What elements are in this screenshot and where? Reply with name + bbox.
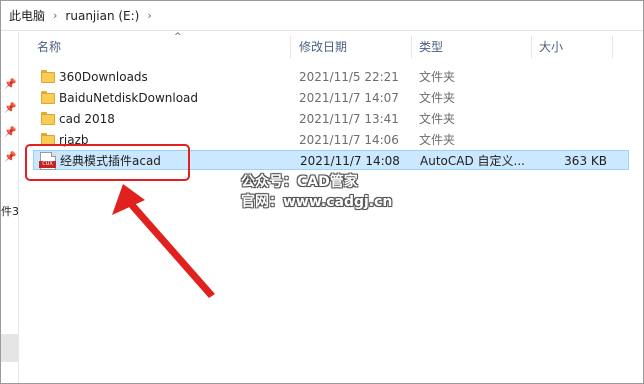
file-date: 2021/11/7 14:07 xyxy=(299,91,399,105)
file-date: 2021/11/7 13:41 xyxy=(299,112,399,126)
breadcrumb: 此电脑 › ruanjian (E:) › xyxy=(1,1,643,31)
file-name: cad 2018 xyxy=(59,112,115,126)
nav-item-selected[interactable] xyxy=(1,334,18,362)
file-name: BaiduNetdiskDownload xyxy=(59,91,199,105)
column-divider[interactable] xyxy=(612,36,613,58)
file-size xyxy=(538,109,606,129)
breadcrumb-separator-icon[interactable]: › xyxy=(53,9,57,22)
breadcrumb-item-drive[interactable]: ruanjian (E:) xyxy=(65,9,139,23)
column-header-name[interactable]: 名称 xyxy=(31,32,289,62)
column-header-date[interactable]: 修改日期 xyxy=(293,32,410,62)
file-name: 360Downloads xyxy=(59,70,148,84)
folder-icon xyxy=(41,112,55,125)
folder-icon xyxy=(41,91,55,104)
highlight-box xyxy=(25,144,190,181)
file-row[interactable]: cad 2018 2021/11/7 13:41 文件夹 xyxy=(33,109,629,129)
file-type: 文件夹 xyxy=(419,91,456,105)
pin-icon: 📌 xyxy=(4,127,17,138)
column-divider[interactable] xyxy=(290,36,291,58)
file-type: 文件夹 xyxy=(419,133,456,147)
folder-icon xyxy=(41,70,55,83)
file-type: AutoCAD 自定义... xyxy=(420,154,525,168)
sort-ascending-icon: ^ xyxy=(174,32,182,42)
column-headers: 名称 ^ 修改日期 类型 大小 xyxy=(20,32,642,62)
column-header-type[interactable]: 类型 xyxy=(413,32,530,62)
breadcrumb-separator-icon[interactable]: › xyxy=(147,9,151,22)
file-date: 2021/11/7 14:08 xyxy=(300,154,400,168)
file-size xyxy=(538,67,606,87)
file-type: 文件夹 xyxy=(419,70,456,84)
file-type: 文件夹 xyxy=(419,112,456,126)
pin-icon: 📌 xyxy=(4,103,17,114)
watermark: 公众号：CAD管家 官网：www.cadgj.cn xyxy=(241,172,392,212)
file-date: 2021/11/7 14:06 xyxy=(299,133,399,147)
watermark-line-2: 官网：www.cadgj.cn xyxy=(241,194,393,210)
file-size: 363 KB xyxy=(564,154,607,168)
watermark-line-1: 公众号：CAD管家 xyxy=(241,174,358,190)
column-divider[interactable] xyxy=(411,36,412,58)
file-size xyxy=(538,88,606,108)
breadcrumb-item-this-pc[interactable]: 此电脑 xyxy=(9,7,45,24)
file-row[interactable]: BaiduNetdiskDownload 2021/11/7 14:07 文件夹 xyxy=(33,88,629,108)
pin-icon: 📌 xyxy=(4,152,17,163)
pin-icon: 📌 xyxy=(4,79,17,90)
file-row[interactable]: 360Downloads 2021/11/5 22:21 文件夹 xyxy=(33,67,629,87)
file-size xyxy=(538,130,606,150)
navigation-pane: 📌 📌 📌 📌 件3 xyxy=(1,32,19,383)
nav-item-partial-label[interactable]: 件3 xyxy=(1,203,19,219)
file-date: 2021/11/5 22:21 xyxy=(299,70,399,84)
column-header-size[interactable]: 大小 xyxy=(533,32,613,62)
column-divider[interactable] xyxy=(531,36,532,58)
